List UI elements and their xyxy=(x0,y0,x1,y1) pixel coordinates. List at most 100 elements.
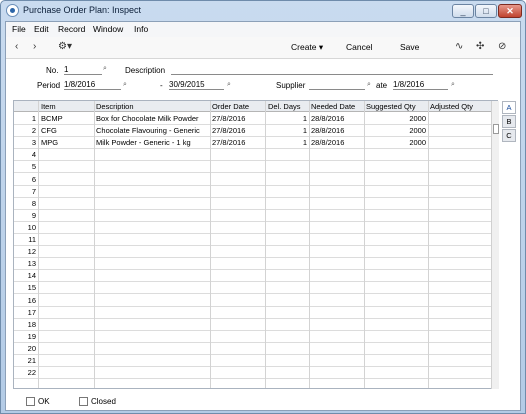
table-row[interactable]: 12 xyxy=(14,246,497,259)
del-days-cell[interactable]: 1 xyxy=(267,138,307,147)
cancel-button[interactable]: Cancel xyxy=(346,42,372,52)
supplier-paste-icon[interactable]: ⌕ xyxy=(367,81,371,89)
needed-date-cell[interactable]: 28/8/2016 xyxy=(311,114,363,123)
grid-scrollbar[interactable] xyxy=(491,101,499,389)
tab-a[interactable]: A xyxy=(502,101,516,114)
attachment-icon[interactable]: ⊘ xyxy=(498,41,506,52)
menu-edit[interactable]: Edit xyxy=(34,24,49,34)
table-row[interactable]: 13 xyxy=(14,258,497,271)
date-label: ate xyxy=(376,81,388,90)
description-cell[interactable]: Milk Powder - Generic - 1 kg xyxy=(96,138,208,147)
menu-bar: File Edit Record Window Info xyxy=(6,22,520,37)
minimize-button[interactable]: _ xyxy=(452,4,474,18)
table-row[interactable]: 21 xyxy=(14,355,497,367)
header-del-days: Del. Days xyxy=(268,102,301,111)
row-number-cell: 5 xyxy=(31,162,36,172)
scrollbar-thumb[interactable] xyxy=(493,124,499,134)
supplier-label: Supplier xyxy=(276,81,306,90)
period-to-field[interactable]: 30/9/2015 xyxy=(169,80,224,90)
table-row[interactable]: 18 xyxy=(14,319,497,331)
menu-window[interactable]: Window xyxy=(93,24,123,34)
row-number-cell: 20 xyxy=(27,343,36,353)
date-paste-icon[interactable]: ⌕ xyxy=(451,81,455,89)
table-row[interactable]: 2 CFG Chocolate Flavouring - Generic 27/8/2… xyxy=(14,125,497,138)
create-button[interactable]: Create ▾ xyxy=(291,42,323,53)
order-date-cell[interactable]: 27/8/2016 xyxy=(212,114,264,123)
date-field[interactable]: 1/8/2016 xyxy=(393,80,448,90)
expand-icon[interactable]: ✣ xyxy=(476,41,484,52)
order-date-cell[interactable]: 27/8/2016 xyxy=(212,138,264,147)
suggested-qty-cell[interactable]: 2000 xyxy=(366,138,426,147)
row-number-cell: 17 xyxy=(27,307,36,317)
wave-icon[interactable]: ∿ xyxy=(455,41,463,52)
table-row[interactable]: 14 xyxy=(14,270,497,283)
description-label: Description xyxy=(125,66,166,75)
suggested-qty-cell[interactable]: 2000 xyxy=(366,114,426,123)
row-number-cell: 14 xyxy=(27,271,36,281)
item-cell[interactable]: MPG xyxy=(41,138,93,147)
no-paste-icon[interactable]: ⌕ xyxy=(103,65,107,73)
table-row[interactable]: 16 xyxy=(14,295,497,307)
maximize-button[interactable]: □ xyxy=(475,4,497,18)
no-label: No. xyxy=(46,66,59,75)
row-number-cell: 21 xyxy=(27,356,36,365)
table-row[interactable]: 4 xyxy=(14,149,497,162)
ok-checkbox[interactable] xyxy=(26,397,35,406)
title-bar: Purchase Order Plan: Inspect _ □ ✕ xyxy=(1,1,525,21)
grid-divider xyxy=(309,101,310,388)
forward-icon[interactable]: › xyxy=(33,41,36,52)
table-row[interactable]: 9 xyxy=(14,210,497,222)
tab-c[interactable]: C xyxy=(502,129,516,142)
grid-divider xyxy=(210,101,211,388)
period-from-field[interactable]: 1/8/2016 xyxy=(64,80,121,90)
del-days-cell[interactable]: 1 xyxy=(267,114,307,123)
row-number-cell: 22 xyxy=(27,368,36,378)
period-separator: - xyxy=(160,81,163,90)
save-button[interactable]: Save xyxy=(400,42,419,52)
app-window: Purchase Order Plan: Inspect _ □ ✕ File … xyxy=(0,0,526,414)
item-cell[interactable]: BCMP xyxy=(41,114,93,123)
table-row[interactable]: 6 xyxy=(14,174,497,186)
table-row[interactable]: 19 xyxy=(14,331,497,343)
table-row[interactable]: 11 xyxy=(14,234,497,246)
row-number-cell: 9 xyxy=(31,210,36,220)
period-from-paste-icon[interactable]: ⌕ xyxy=(123,81,127,89)
supplier-field[interactable] xyxy=(309,80,365,90)
period-label: Period xyxy=(37,81,61,90)
table-row[interactable]: 22 xyxy=(14,367,497,380)
table-row[interactable]: 10 xyxy=(14,222,497,234)
table-row[interactable]: 15 xyxy=(14,282,497,295)
item-cell[interactable]: CFG xyxy=(41,126,93,135)
closed-checkbox[interactable] xyxy=(79,397,88,406)
table-row[interactable]: 20 xyxy=(14,343,497,355)
back-icon[interactable]: ‹ xyxy=(15,41,18,52)
table-row[interactable]: 1 BCMP Box for Chocolate Milk Powder 27/8/2… xyxy=(14,113,497,125)
suggested-qty-cell[interactable]: 2000 xyxy=(366,126,426,135)
header-description: Description xyxy=(96,102,134,111)
menu-info[interactable]: Info xyxy=(134,24,148,34)
menu-record[interactable]: Record xyxy=(58,24,85,34)
needed-date-cell[interactable]: 28/8/2016 xyxy=(311,126,363,135)
description-field[interactable] xyxy=(171,65,493,75)
table-row[interactable]: 3 MPG Milk Powder - Generic - 1 kg 27/8/201… xyxy=(14,137,497,150)
table-row[interactable]: 8 xyxy=(14,198,497,210)
row-number-cell: 2 xyxy=(31,126,36,136)
needed-date-cell[interactable]: 28/8/2016 xyxy=(311,138,363,147)
row-number-cell: 15 xyxy=(27,283,36,293)
table-row[interactable]: 17 xyxy=(14,307,497,319)
close-button[interactable]: ✕ xyxy=(498,4,522,18)
table-row[interactable]: 5 xyxy=(14,161,497,174)
gear-icon[interactable]: ⚙▾ xyxy=(58,41,72,52)
description-cell[interactable]: Box for Chocolate Milk Powder xyxy=(96,114,208,123)
description-cell[interactable]: Chocolate Flavouring - Generic xyxy=(96,126,208,135)
menu-file[interactable]: File xyxy=(12,24,26,34)
no-field[interactable]: 1 xyxy=(64,65,102,75)
table-row[interactable]: 7 xyxy=(14,186,497,198)
row-number-cell: 7 xyxy=(31,186,36,196)
card-tabs: A B C xyxy=(502,101,516,143)
period-to-paste-icon[interactable]: ⌕ xyxy=(227,81,231,89)
order-date-cell[interactable]: 27/8/2016 xyxy=(212,126,264,135)
del-days-cell[interactable]: 1 xyxy=(267,126,307,135)
tab-b[interactable]: B xyxy=(502,115,516,128)
row-number-cell: 19 xyxy=(27,331,36,341)
